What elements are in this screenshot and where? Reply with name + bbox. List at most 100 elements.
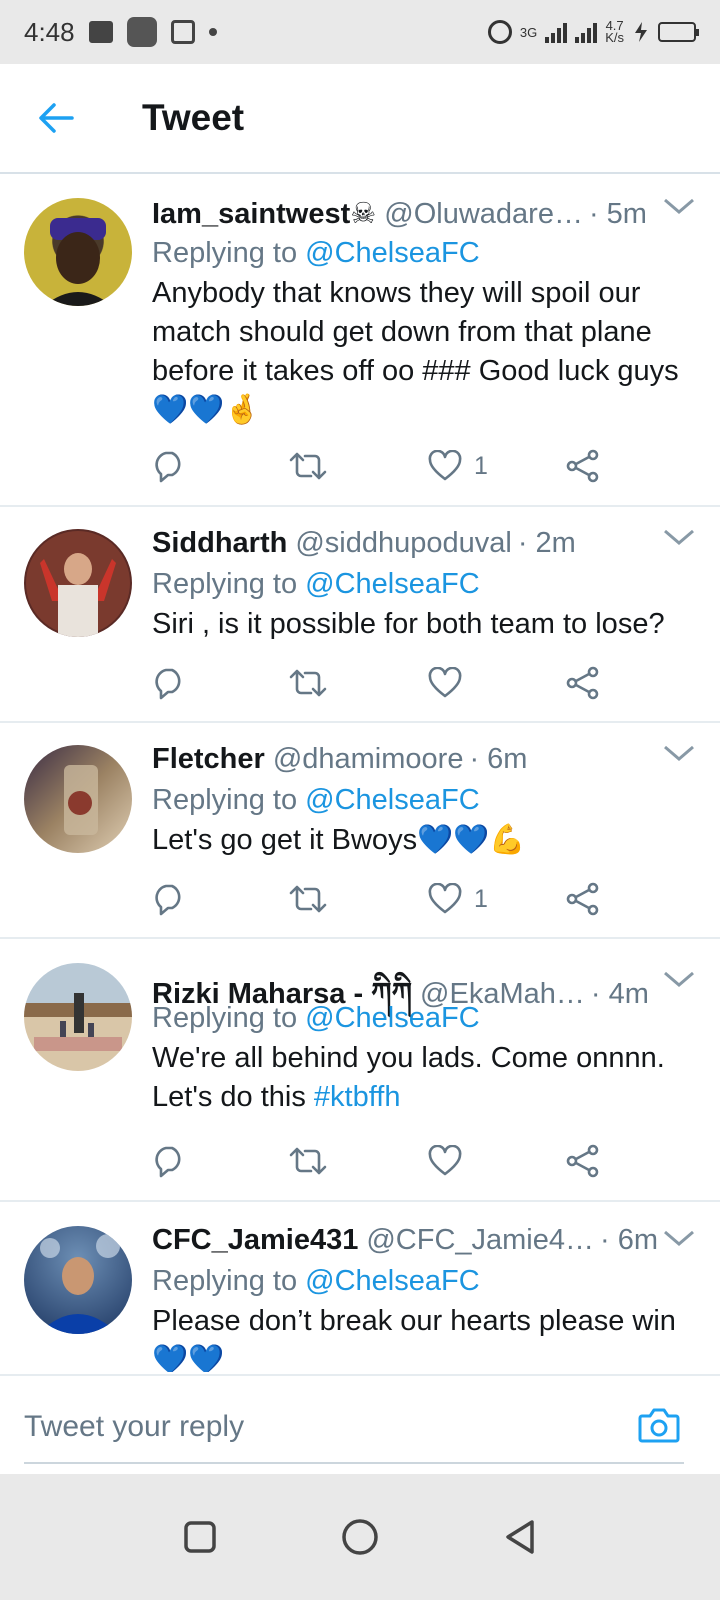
avatar-image: [24, 993, 132, 1051]
retweet-button[interactable]: [288, 883, 328, 915]
reply-button[interactable]: [152, 882, 186, 916]
signal-1-icon: [545, 21, 568, 43]
share-button[interactable]: [566, 1144, 600, 1178]
retweet-button[interactable]: [288, 1145, 328, 1177]
back-nav-button[interactable]: [495, 1512, 545, 1562]
heart-icon: [428, 450, 462, 481]
reply-button[interactable]: [152, 449, 186, 483]
top-app-bar: Tweet: [0, 64, 720, 174]
charging-icon: [635, 22, 647, 42]
reply-tweet[interactable]: Rizki Maharsa - ཀིཀི @EkaMah… · 4m Reply…: [0, 939, 720, 1202]
share-icon: [566, 882, 599, 916]
network-speed: 4.7 K/s: [605, 19, 624, 45]
avatar[interactable]: [24, 529, 132, 637]
reply-composer: [0, 1374, 720, 1474]
avatar-image: [26, 531, 130, 637]
chevron-down-icon[interactable]: [662, 527, 696, 547]
avatar[interactable]: [24, 198, 132, 306]
retweet-icon: [289, 452, 327, 480]
avatar[interactable]: [24, 963, 132, 1071]
recents-square-icon: [184, 1521, 216, 1553]
tweet-text: Siri , is it possible for both team to l…: [152, 608, 665, 640]
like-button[interactable]: 1: [428, 883, 488, 915]
author-name[interactable]: Siddharth: [152, 527, 287, 560]
gallery-notification-icon: [88, 21, 113, 43]
tweet-time: · 4m: [590, 978, 649, 1010]
tweet-time: · 5m: [588, 198, 647, 230]
tweet-time: · 6m: [469, 743, 528, 775]
tweet-text: Please don’t break our hearts please win…: [152, 1305, 676, 1372]
retweet-button[interactable]: [288, 450, 328, 482]
tweet-text: We're all behind you lads. Come onnnn. L…: [152, 1039, 704, 1117]
author-handle[interactable]: @CFC_Jamie4…: [366, 1224, 594, 1257]
reply-button[interactable]: [152, 666, 186, 700]
avatar-image: [64, 765, 98, 835]
replying-to: Replying to @ChelseaFC: [152, 237, 704, 270]
mention-link[interactable]: @ChelseaFC: [305, 237, 480, 269]
author-handle[interactable]: @Oluwadare…: [384, 198, 583, 231]
heart-icon: [428, 1145, 462, 1176]
network-speed-unit: K/s: [605, 30, 624, 45]
mention-link[interactable]: @ChelseaFC: [305, 1002, 480, 1034]
share-button[interactable]: [566, 666, 600, 700]
camera-button[interactable]: [638, 1406, 680, 1446]
chevron-down-icon[interactable]: [662, 743, 696, 763]
back-triangle-icon: [506, 1520, 534, 1554]
home-button[interactable]: [335, 1512, 385, 1562]
reply-tweet[interactable]: Iam_saintwest☠ @Oluwadare… · 5m Replying…: [0, 176, 720, 507]
camera-icon: [638, 1408, 680, 1443]
chevron-down-icon[interactable]: [662, 196, 696, 216]
reply-icon: [155, 668, 181, 700]
replying-label: Replying to: [152, 1002, 298, 1034]
share-icon: [566, 666, 599, 700]
heart-icon: [428, 667, 462, 698]
network-type: 3G: [519, 24, 538, 40]
replying-to: Replying to @ChelseaFC: [152, 568, 704, 601]
like-button[interactable]: [428, 667, 474, 699]
retweet-button[interactable]: [288, 667, 328, 699]
avatar[interactable]: [24, 745, 132, 853]
like-button[interactable]: 1: [428, 450, 488, 482]
share-icon: [566, 1144, 599, 1178]
share-button[interactable]: [566, 449, 600, 483]
author-name[interactable]: CFC_Jamie431: [152, 1224, 358, 1257]
reply-input[interactable]: [24, 1400, 624, 1454]
reply-button[interactable]: [152, 1144, 186, 1178]
reply-icon: [155, 1146, 181, 1178]
like-count: 1: [474, 884, 488, 913]
hashtag-link[interactable]: #ktbffh: [314, 1081, 401, 1113]
share-button[interactable]: [566, 882, 600, 916]
author-name[interactable]: Iam_saintwest☠: [152, 196, 376, 231]
more-notifications-dot-icon: [208, 28, 217, 36]
replying-to: Replying to @ChelseaFC: [152, 784, 704, 817]
replying-label: Replying to: [152, 784, 298, 816]
reply-tweet[interactable]: CFC_Jamie431 @CFC_Jamie4… · 6m Replying …: [0, 1202, 720, 1372]
author-handle[interactable]: @dhamimoore: [273, 743, 464, 776]
recents-button[interactable]: [175, 1512, 225, 1562]
back-button[interactable]: [26, 88, 86, 148]
mention-link[interactable]: @ChelseaFC: [305, 784, 480, 816]
heart-icon: [428, 883, 462, 914]
retweet-icon: [289, 885, 327, 913]
replying-label: Replying to: [152, 1265, 298, 1297]
chevron-down-icon[interactable]: [662, 1228, 696, 1248]
status-bar: 4:48 3G 4.7 K/s: [0, 0, 720, 64]
reply-tweet[interactable]: Siddharth @siddhupoduval · 2m Replying t…: [0, 507, 720, 723]
author-handle[interactable]: @siddhupoduval: [295, 527, 511, 560]
avatar[interactable]: [24, 1226, 132, 1334]
replies-feed[interactable]: Iam_saintwest☠ @Oluwadare… · 5m Replying…: [0, 176, 720, 1372]
tweet-time: · 2m: [517, 527, 576, 559]
mention-link[interactable]: @ChelseaFC: [305, 568, 480, 600]
app-notification-icon: [126, 17, 157, 47]
like-button[interactable]: [428, 1145, 474, 1177]
input-underline: [24, 1462, 684, 1464]
chevron-down-icon[interactable]: [662, 969, 696, 989]
retweet-icon: [289, 669, 327, 697]
mention-link[interactable]: @ChelseaFC: [305, 1265, 480, 1297]
replying-label: Replying to: [152, 237, 298, 269]
tweet-text: Let's go get it Bwoys💙💙💪: [152, 824, 526, 856]
author-name[interactable]: Fletcher: [152, 743, 265, 776]
tweet-time: · 6m: [600, 1224, 658, 1256]
tweet-text: Anybody that knows they will spoil our m…: [152, 277, 679, 426]
reply-tweet[interactable]: Fletcher @dhamimoore · 6m Replying to @C…: [0, 723, 720, 939]
